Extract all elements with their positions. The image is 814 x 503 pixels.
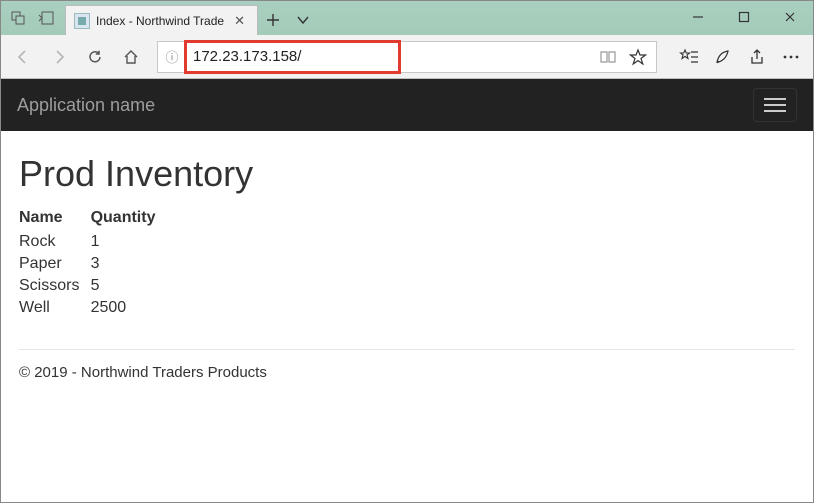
cell-name: Well <box>19 297 91 319</box>
cell-name: Paper <box>19 253 91 275</box>
back-button[interactable] <box>7 41 39 73</box>
more-menu-icon[interactable] <box>775 41 807 73</box>
col-header-quantity: Quantity <box>91 209 184 231</box>
browser-tab[interactable]: Index - Northwind Trade ✕ <box>65 5 258 35</box>
favorite-star-icon[interactable] <box>624 43 652 71</box>
cell-quantity: 5 <box>91 275 184 297</box>
col-header-name: Name <box>19 209 91 231</box>
home-button[interactable] <box>115 41 147 73</box>
refresh-button[interactable] <box>79 41 111 73</box>
window-maximize-button[interactable] <box>721 1 767 33</box>
tab-close-button[interactable]: ✕ <box>230 13 249 29</box>
cell-name: Scissors <box>19 275 91 297</box>
browser-toolbar: ⓘ <box>1 35 813 79</box>
address-bar[interactable]: ⓘ <box>157 41 657 73</box>
app-brand-link[interactable]: Application name <box>17 95 155 116</box>
divider <box>19 349 795 350</box>
tab-title: Index - Northwind Trade <box>96 14 224 28</box>
cell-name: Rock <box>19 231 91 253</box>
table-row: Well 2500 <box>19 297 183 319</box>
set-aside-tabs-icon[interactable] <box>33 4 59 32</box>
url-input[interactable] <box>193 48 392 65</box>
reading-view-icon[interactable] <box>594 43 622 71</box>
notes-icon[interactable] <box>707 41 739 73</box>
tab-actions-icon[interactable] <box>5 4 31 32</box>
cell-quantity: 2500 <box>91 297 184 319</box>
page-heading: Prod Inventory <box>19 153 795 195</box>
site-info-icon[interactable]: ⓘ <box>158 47 186 66</box>
table-row: Scissors 5 <box>19 275 183 297</box>
address-highlight <box>184 40 401 74</box>
inventory-table: Name Quantity Rock 1 Paper 3 Scissors 5 … <box>19 209 183 319</box>
app-navbar: Application name <box>1 79 813 131</box>
nav-toggle-button[interactable] <box>753 88 797 122</box>
tab-favicon-icon <box>74 13 90 29</box>
window-close-button[interactable] <box>767 1 813 33</box>
page-footer: © 2019 - Northwind Traders Products <box>19 364 795 381</box>
cell-quantity: 1 <box>91 231 184 253</box>
forward-button[interactable] <box>43 41 75 73</box>
table-row: Paper 3 <box>19 253 183 275</box>
new-tab-button[interactable] <box>258 5 288 35</box>
tab-overflow-button[interactable] <box>288 5 318 35</box>
table-row: Rock 1 <box>19 231 183 253</box>
share-icon[interactable] <box>741 41 773 73</box>
page-body: Prod Inventory Name Quantity Rock 1 Pape… <box>1 131 813 381</box>
window-minimize-button[interactable] <box>675 1 721 33</box>
favorites-list-icon[interactable] <box>673 41 705 73</box>
window-titlebar: Index - Northwind Trade ✕ <box>1 1 813 35</box>
cell-quantity: 3 <box>91 253 184 275</box>
